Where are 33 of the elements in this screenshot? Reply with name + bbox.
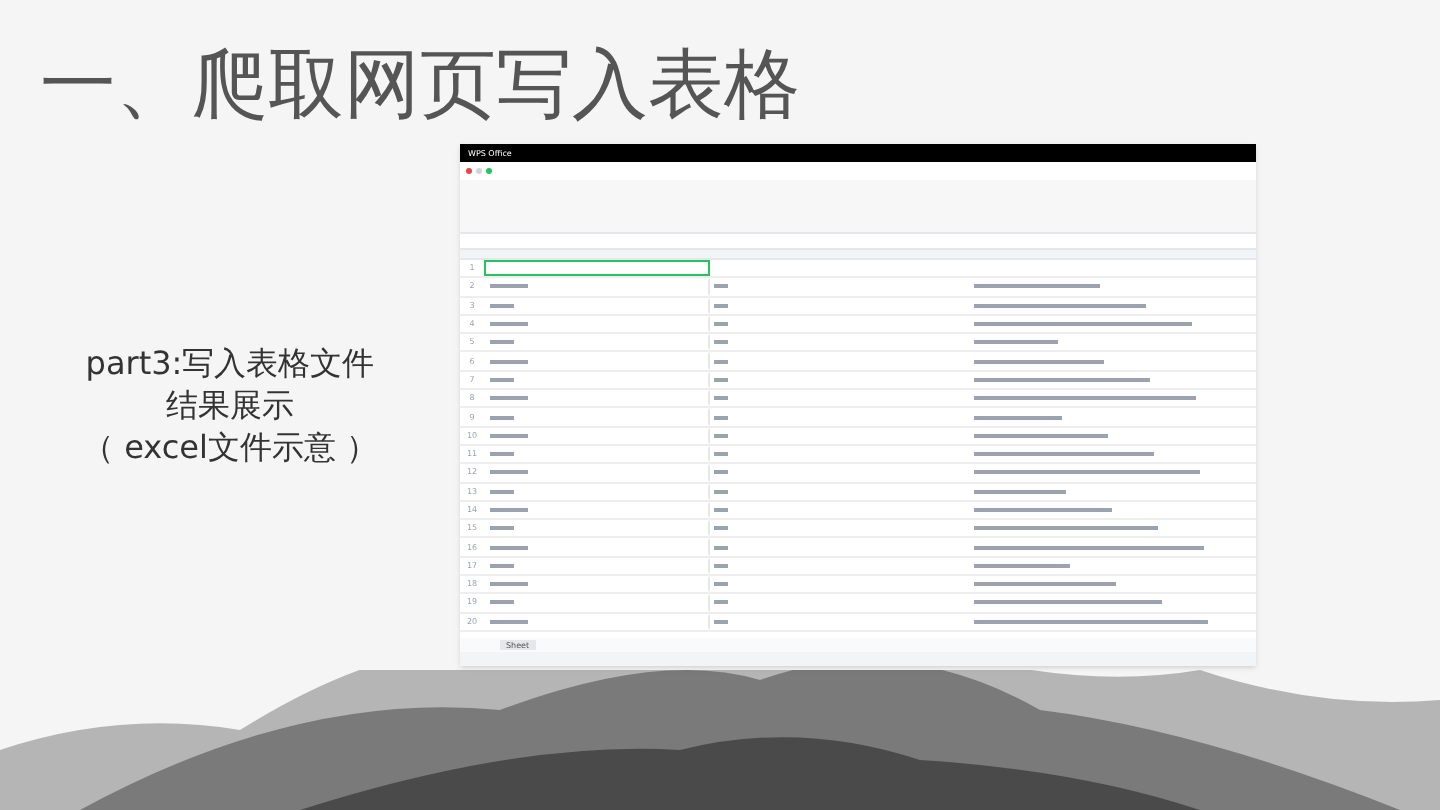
caption-line: part3:写入表格文件 <box>85 342 375 384</box>
text-placeholder-drawing <box>974 563 1070 568</box>
text-placeholder-drawing <box>974 489 1066 494</box>
text-placeholder-drawing <box>490 377 514 382</box>
text-placeholder-drawing <box>490 340 514 345</box>
text-placeholder-drawing <box>490 284 528 289</box>
text-placeholder-drawing <box>974 582 1116 587</box>
text-placeholder-drawing <box>490 619 528 624</box>
text-placeholder-drawing <box>490 470 528 475</box>
text-placeholder-drawing <box>974 415 1062 420</box>
text-placeholder-drawing <box>490 563 514 568</box>
text-placeholder-drawing <box>490 600 514 605</box>
text-placeholder-drawing <box>974 433 1108 438</box>
text-placeholder-drawing <box>490 433 528 438</box>
text-placeholder-drawing <box>490 582 528 587</box>
text-placeholder-drawing <box>490 396 528 401</box>
minimize-icon[interactable] <box>476 168 482 174</box>
caption-line: 结果展示 <box>166 384 294 426</box>
text-placeholder-drawing <box>490 303 514 308</box>
text-placeholder-drawing <box>974 359 1104 364</box>
caption-line: （ excel文件示意 ） <box>81 426 378 468</box>
text-placeholder-drawing <box>490 322 528 327</box>
maximize-icon[interactable] <box>486 168 492 174</box>
text-placeholder-drawing <box>490 545 528 550</box>
slide-title: 一、爬取网页写入表格 <box>38 38 802 128</box>
text-placeholder-drawing <box>490 452 514 457</box>
text-placeholder-drawing <box>490 489 514 494</box>
text-placeholder-drawing <box>490 359 528 364</box>
text-placeholder-drawing <box>490 526 514 531</box>
close-icon[interactable] <box>466 168 472 174</box>
text-placeholder-drawing <box>974 340 1058 345</box>
text-placeholder-drawing <box>490 415 514 420</box>
text-placeholder-drawing <box>974 284 1100 289</box>
